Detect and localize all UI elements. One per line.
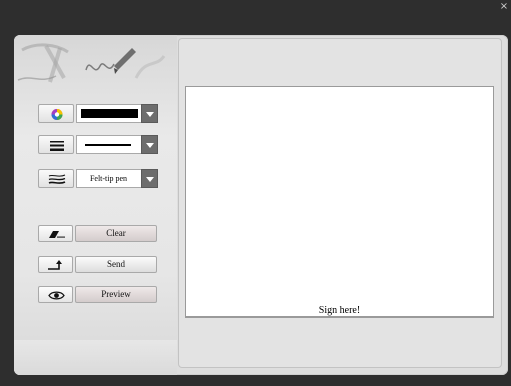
- sign-hint: Sign here!: [318, 305, 361, 316]
- send-control[interactable]: Send: [38, 256, 157, 273]
- send-arrow-icon: [48, 260, 62, 270]
- color-dropdown-arrow[interactable]: [141, 104, 158, 123]
- send-button[interactable]: Send: [75, 256, 157, 273]
- sidebar-footer: [14, 340, 177, 375]
- close-icon[interactable]: ×: [499, 2, 509, 12]
- color-button[interactable]: [38, 104, 74, 123]
- eraser-icon: [49, 231, 65, 238]
- send-icon-button[interactable]: [38, 256, 73, 273]
- preview-icon-button[interactable]: [38, 286, 73, 303]
- line-width-dropdown-arrow[interactable]: [141, 135, 158, 154]
- eye-icon: [48, 291, 65, 300]
- signature-line: [186, 316, 493, 317]
- pen-type-selector[interactable]: Felt-tip pen: [38, 169, 158, 188]
- signature-window: × Felt-tip pen Clear Send Preview Sign h…: [0, 0, 511, 386]
- line-width-icon: [50, 141, 64, 151]
- line-width-preview: [85, 144, 131, 146]
- color-swatch: [81, 109, 138, 118]
- pen-type-dropdown-arrow[interactable]: [141, 169, 158, 188]
- clear-button[interactable]: Clear: [75, 225, 157, 242]
- pen-type-button[interactable]: [38, 169, 74, 188]
- line-width-button[interactable]: [38, 135, 74, 154]
- preview-control[interactable]: Preview: [38, 286, 157, 303]
- preview-button[interactable]: Preview: [75, 286, 157, 303]
- pen-type-label: Felt-tip pen: [89, 174, 128, 183]
- clear-control[interactable]: Clear: [38, 225, 157, 242]
- logo-icon: [17, 43, 166, 83]
- line-width-selector[interactable]: [38, 135, 158, 154]
- color-wheel-icon: [51, 109, 63, 120]
- signature-canvas[interactable]: Sign here!: [185, 86, 494, 318]
- clear-icon-button[interactable]: [38, 225, 73, 242]
- color-selector[interactable]: [38, 104, 158, 123]
- pen-strokes-icon: [48, 174, 66, 184]
